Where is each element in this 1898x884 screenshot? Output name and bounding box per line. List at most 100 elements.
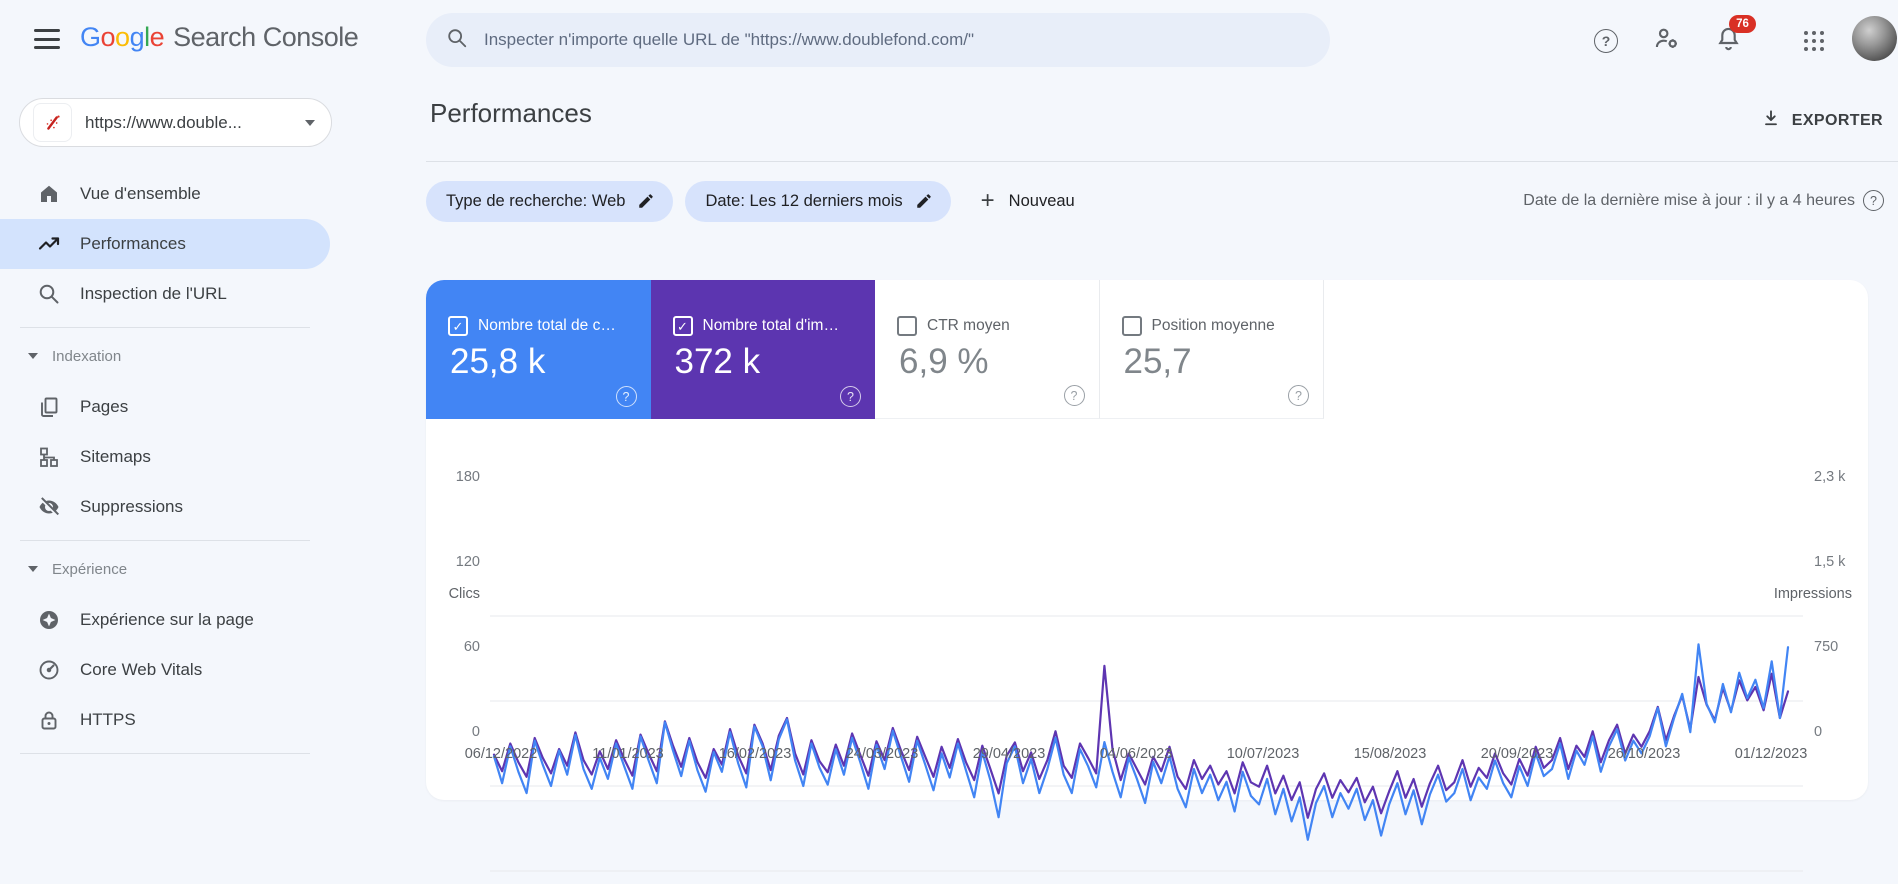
right-axis-tick: 0 xyxy=(1814,724,1823,740)
search-input[interactable] xyxy=(482,29,1310,51)
checked-checkbox[interactable]: ✓ xyxy=(672,316,693,336)
sidebar-item-label: Vue d'ensemble xyxy=(80,184,201,203)
pages-icon xyxy=(37,395,61,419)
notification-count-badge: 76 xyxy=(1729,15,1756,33)
filter-chip-label: Type de recherche: Web xyxy=(446,191,626,210)
google-apps-button[interactable] xyxy=(1800,27,1828,55)
property-selector[interactable]: https://www.double... xyxy=(19,98,332,147)
sidebar-item-suppressions[interactable]: Suppressions xyxy=(0,482,330,532)
site-favicon xyxy=(33,103,72,142)
x-axis-date-label: 06/12/2022 xyxy=(464,746,538,762)
app-logo-text: Search Console xyxy=(173,22,359,52)
x-axis-date-label: 20/09/2023 xyxy=(1480,746,1554,762)
x-axis-date-label: 26/10/2023 xyxy=(1607,746,1681,762)
help-icon: ? xyxy=(1594,29,1618,53)
sidebar-item-overview[interactable]: Vue d'ensemble xyxy=(0,169,330,219)
metric-card-average-ctr[interactable]: CTR moyen 6,9 %? xyxy=(875,280,1100,419)
sidebar-item-pages[interactable]: Pages xyxy=(0,382,330,432)
new-filter-label: Nouveau xyxy=(1008,191,1075,210)
left-axis-tick: 0 xyxy=(471,724,480,740)
chart-area: Clics Impressions 180 120 60 0 2,3 k 1,5 k 750… xyxy=(426,419,1868,872)
metric-card-average-position[interactable]: Position moyenne 25,7? xyxy=(1099,280,1324,419)
search-icon xyxy=(446,27,468,54)
logo-letter: G xyxy=(80,22,101,52)
gauge-icon xyxy=(37,658,61,682)
plus-icon: + xyxy=(980,187,995,214)
help-circle-icon[interactable]: ? xyxy=(1288,385,1309,406)
search-icon xyxy=(37,282,61,306)
filter-chip-search-type[interactable]: Type de recherche: Web xyxy=(426,180,674,222)
sidebar-item-url-inspection[interactable]: Inspection de l'URL xyxy=(0,269,330,319)
sidebar-item-core-web-vitals[interactable]: Core Web Vitals xyxy=(0,645,330,695)
sidebar-item-label: Sitemaps xyxy=(80,447,151,466)
edit-icon xyxy=(637,192,655,210)
hamburger-menu-icon[interactable] xyxy=(34,29,60,49)
logo-letter: o xyxy=(100,22,116,52)
title-divider xyxy=(426,161,1898,162)
performance-panel: ✓ Nombre total de c… 25,8 k? ✓ Nombre total … xyxy=(426,280,1868,872)
left-axis-tick: 180 xyxy=(455,469,480,485)
metric-card-value: 6,9 % xyxy=(899,342,989,381)
x-axis-date-label: 01/12/2023 xyxy=(1734,746,1808,762)
sidebar-section-experience[interactable]: Expérience xyxy=(0,549,330,589)
google-wordmark: Google xyxy=(80,22,165,52)
person-gear-icon xyxy=(1653,25,1680,57)
x-axis-date-label: 10/07/2023 xyxy=(1226,746,1300,762)
right-axis-tick: 750 xyxy=(1814,639,1839,655)
metric-card-value: 25,8 k xyxy=(450,342,546,381)
export-button[interactable]: EXPORTER xyxy=(1761,108,1883,133)
sidebar-item-label: HTTPS xyxy=(80,710,136,729)
sidebar-section-indexation[interactable]: Indexation xyxy=(0,336,330,376)
unchecked-checkbox[interactable] xyxy=(1121,316,1142,336)
right-axis-tick: 1,5 k xyxy=(1814,554,1846,570)
left-axis-tick: 120 xyxy=(455,554,480,570)
trending-up-icon xyxy=(37,232,61,256)
sidebar-item-sitemaps[interactable]: Sitemaps xyxy=(0,432,330,482)
x-axis-date-label: 16/02/2023 xyxy=(718,746,792,762)
sidebar-item-label: Performances xyxy=(80,234,186,253)
sitemap-icon xyxy=(37,445,61,469)
sidebar-item-label: Pages xyxy=(80,397,129,416)
filter-chip-label: Date: Les 12 derniers mois xyxy=(705,191,903,210)
new-filter-button[interactable]: + Nouveau xyxy=(981,189,1075,213)
sidebar-item-page-experience[interactable]: Expérience sur la page xyxy=(0,595,330,645)
sidebar-divider xyxy=(20,540,310,541)
metric-card-total-clicks[interactable]: ✓ Nombre total de c… 25,8 k? xyxy=(426,280,651,419)
right-axis-tick: 2,3 k xyxy=(1814,469,1846,485)
sidebar-item-label: Inspection de l'URL xyxy=(80,284,227,303)
last-update-text: Date de la dernière mise à jour : il y a… xyxy=(1523,191,1855,209)
url-inspection-searchbar[interactable] xyxy=(426,13,1330,67)
help-circle-icon[interactable]: ? xyxy=(840,386,861,407)
left-axis-tick: 60 xyxy=(463,639,480,655)
download-icon xyxy=(1761,108,1781,133)
x-axis-date-label: 24/03/2023 xyxy=(845,746,919,762)
help-circle-icon[interactable]: ? xyxy=(1863,190,1884,211)
lock-icon xyxy=(37,708,61,732)
property-url-label: https://www.double... xyxy=(85,112,242,132)
logo-letter: g xyxy=(129,22,145,52)
home-icon xyxy=(37,182,61,206)
metric-card-total-impressions[interactable]: ✓ Nombre total d'im… 372 k? xyxy=(650,280,875,419)
metric-card-value: 25,7 xyxy=(1123,342,1192,381)
unchecked-checkbox[interactable] xyxy=(897,316,917,336)
x-axis-date-label: 29/04/2023 xyxy=(972,746,1046,762)
help-circle-icon[interactable]: ? xyxy=(615,386,637,407)
metric-card-label: Position moyenne xyxy=(1151,317,1275,334)
filter-bar: Type de recherche: Web Date: Les 12 derni… xyxy=(426,180,1075,222)
metric-card-label: Nombre total d'im… xyxy=(702,317,839,334)
help-circle-icon[interactable]: ? xyxy=(1063,385,1085,406)
chevron-down-icon xyxy=(28,353,38,359)
edit-icon xyxy=(915,192,933,210)
metric-cards: ✓ Nombre total de c… 25,8 k? ✓ Nombre total … xyxy=(426,280,1324,419)
x-axis-date-label: 15/08/2023 xyxy=(1353,746,1427,762)
sidebar-nav: Vue d'ensemble Performances Inspection de … xyxy=(0,169,330,762)
sidebar-item-performances[interactable]: Performances xyxy=(0,219,330,269)
sidebar-item-https[interactable]: HTTPS xyxy=(0,695,330,745)
help-button[interactable]: ? xyxy=(1592,27,1620,55)
checked-checkbox[interactable]: ✓ xyxy=(448,316,468,336)
filter-chip-date-range[interactable]: Date: Les 12 derniers mois xyxy=(685,180,951,222)
user-settings-button[interactable] xyxy=(1652,27,1680,55)
account-avatar[interactable] xyxy=(1852,16,1897,61)
sidebar-section-title: Indexation xyxy=(52,347,122,365)
sidebar-item-label: Core Web Vitals xyxy=(80,660,203,679)
